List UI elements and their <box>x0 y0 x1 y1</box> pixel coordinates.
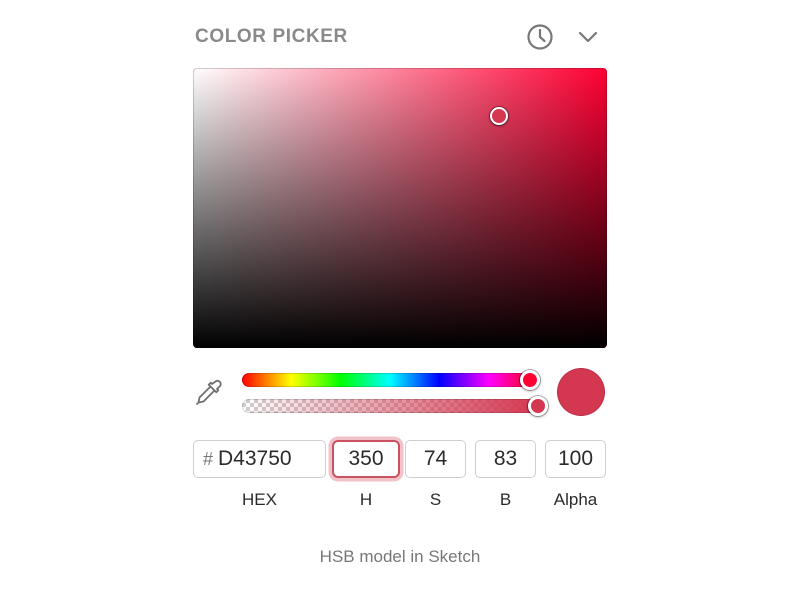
hue-slider[interactable] <box>242 370 540 390</box>
hue-value: 350 <box>348 447 384 470</box>
saturation-value: 74 <box>423 447 448 470</box>
saturation-brightness-field[interactable] <box>193 68 607 348</box>
eyedropper-icon <box>196 379 222 405</box>
history-button[interactable] <box>525 22 555 52</box>
alpha-slider[interactable] <box>242 396 548 416</box>
saturation-input[interactable]: 74 <box>405 440 466 478</box>
alpha-input[interactable]: 100 <box>545 440 606 478</box>
alpha-label: Alpha <box>553 490 598 509</box>
panel-title: COLOR PICKER <box>195 26 348 47</box>
brightness-value: 83 <box>493 447 518 470</box>
clock-icon <box>527 24 553 50</box>
field-border <box>193 68 607 348</box>
chevron-down-icon <box>578 31 598 43</box>
hex-input[interactable]: # D43750 <box>193 440 326 478</box>
alpha-value: 100 <box>557 447 594 470</box>
hue-slider-thumb[interactable] <box>519 370 540 390</box>
brightness-label: B <box>499 490 512 509</box>
hue-input[interactable]: 350 <box>332 440 400 478</box>
brightness-input[interactable]: 83 <box>475 440 536 478</box>
hue-label: H <box>359 490 373 509</box>
hex-label: HEX <box>242 490 277 509</box>
hex-prefix: # <box>203 448 214 469</box>
alpha-slider-thumb[interactable] <box>528 396 548 416</box>
caption: HSB model in Sketch <box>319 547 481 566</box>
saturation-label: S <box>429 490 442 509</box>
saturation-brightness-handle[interactable] <box>490 106 509 125</box>
hex-value: D43750 <box>218 447 292 470</box>
alpha-gradient <box>242 399 538 413</box>
eyedropper-button[interactable] <box>193 377 225 409</box>
color-swatch <box>557 368 605 416</box>
collapse-button[interactable] <box>574 22 602 52</box>
